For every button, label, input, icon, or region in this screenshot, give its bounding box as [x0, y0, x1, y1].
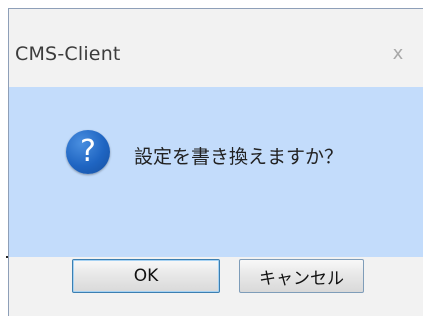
dialog-window: CMS-Client x ? 設定を書き換えますか？ OK キャンセル	[8, 8, 423, 316]
dialog-message: 設定を書き換えますか？	[134, 146, 344, 168]
message-area: ? 設定を書き換えますか？	[9, 87, 423, 257]
button-bar: OK キャンセル	[9, 257, 423, 316]
ok-button[interactable]: OK	[72, 259, 220, 293]
question-mark-glyph: ?	[80, 133, 96, 169]
window-title: CMS-Client	[15, 43, 121, 65]
cancel-button[interactable]: キャンセル	[239, 259, 364, 293]
close-button[interactable]: x	[387, 43, 409, 65]
title-bar: CMS-Client x	[9, 9, 423, 87]
close-icon: x	[392, 43, 404, 64]
question-icon: ?	[66, 130, 110, 174]
